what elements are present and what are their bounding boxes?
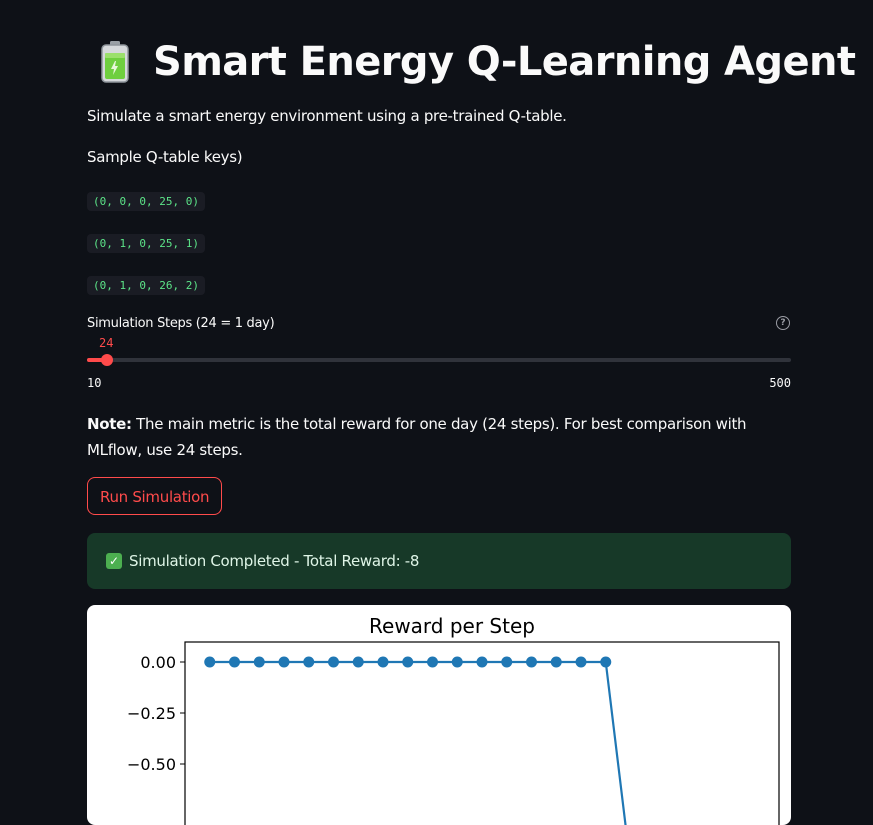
y-tick-label: −0.50 bbox=[127, 755, 176, 774]
data-point bbox=[254, 657, 265, 668]
note-body: The main metric is the total reward for … bbox=[87, 415, 746, 459]
data-point bbox=[353, 657, 364, 668]
data-point bbox=[600, 657, 611, 668]
page-header: Smart Energy Q-Learning Agent bbox=[101, 36, 855, 88]
qtable-key: (0, 1, 0, 25, 1) bbox=[87, 234, 205, 253]
alert-text: Simulation Completed - Total Reward: -8 bbox=[129, 552, 419, 570]
data-point bbox=[501, 657, 512, 668]
data-point bbox=[452, 657, 463, 668]
reward-chart: Reward per Step 0.00 −0.25 −0.50 bbox=[87, 605, 791, 825]
data-point bbox=[229, 657, 240, 668]
data-point bbox=[279, 657, 290, 668]
data-point bbox=[378, 657, 389, 668]
data-point bbox=[427, 657, 438, 668]
y-tick-label: 0.00 bbox=[140, 653, 176, 672]
chart-title: Reward per Step bbox=[369, 614, 535, 638]
intro-text: Simulate a smart energy environment usin… bbox=[87, 107, 567, 125]
data-point bbox=[576, 657, 587, 668]
series-line bbox=[204, 657, 630, 825]
slider-min: 10 bbox=[87, 376, 101, 390]
data-point bbox=[402, 657, 413, 668]
slider-label: Simulation Steps (24 = 1 day) bbox=[87, 316, 274, 331]
slider-max: 500 bbox=[769, 376, 791, 390]
qtable-label: Sample Q-table keys) bbox=[87, 148, 242, 166]
success-alert: ✓ Simulation Completed - Total Reward: -… bbox=[87, 533, 791, 589]
plot-frame bbox=[185, 642, 779, 825]
battery-icon bbox=[101, 41, 129, 83]
run-simulation-button[interactable]: Run Simulation bbox=[87, 477, 222, 515]
data-point bbox=[328, 657, 339, 668]
question-circle-icon[interactable]: ? bbox=[776, 316, 790, 330]
y-axis: 0.00 −0.25 −0.50 bbox=[127, 653, 185, 774]
data-point bbox=[526, 657, 537, 668]
slider-thumb[interactable] bbox=[101, 354, 113, 366]
page-title: Smart Energy Q-Learning Agent bbox=[153, 39, 855, 85]
check-box-icon: ✓ bbox=[106, 553, 122, 569]
steps-slider[interactable] bbox=[87, 358, 791, 362]
note-bold: Note: bbox=[87, 415, 132, 433]
series-path bbox=[210, 662, 631, 825]
data-point bbox=[551, 657, 562, 668]
note-text: Note: The main metric is the total rewar… bbox=[87, 411, 791, 463]
data-point bbox=[204, 657, 215, 668]
y-tick-label: −0.25 bbox=[127, 704, 176, 723]
qtable-key: (0, 1, 0, 26, 2) bbox=[87, 276, 205, 295]
data-point bbox=[477, 657, 488, 668]
qtable-key: (0, 0, 0, 25, 0) bbox=[87, 192, 205, 211]
data-point bbox=[303, 657, 314, 668]
chart-svg: Reward per Step 0.00 −0.25 −0.50 bbox=[87, 605, 791, 825]
slider-value: 24 bbox=[99, 336, 113, 350]
